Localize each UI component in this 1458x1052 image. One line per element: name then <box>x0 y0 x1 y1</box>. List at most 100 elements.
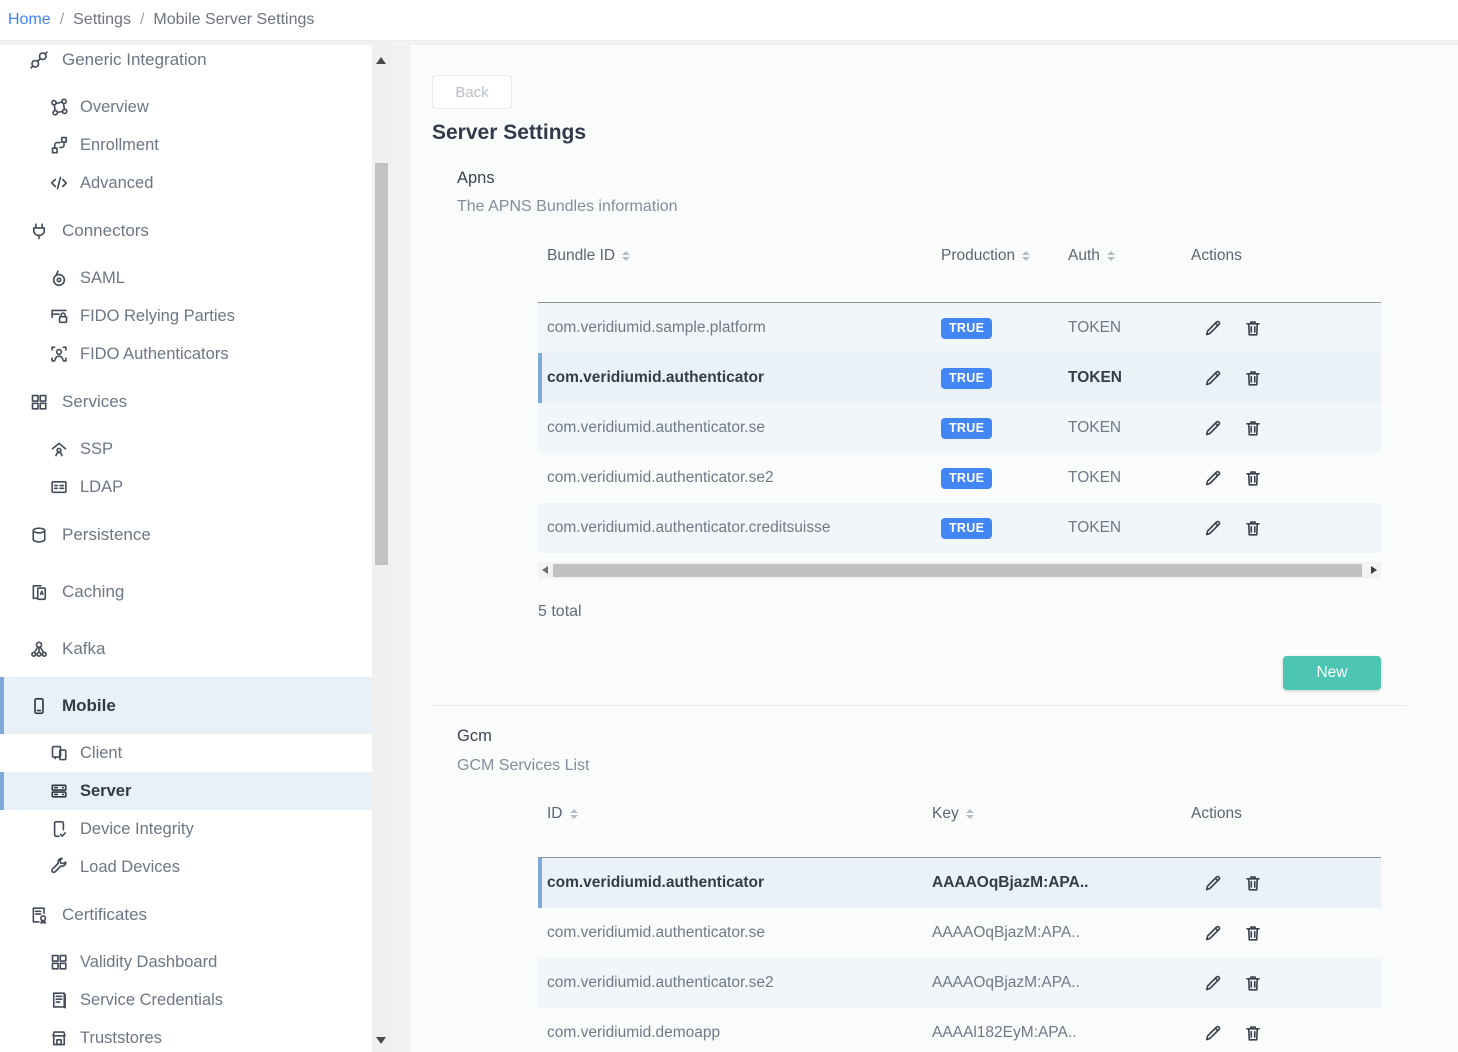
production-badge: TRUE <box>941 518 992 539</box>
edit-icon[interactable] <box>1203 468 1223 488</box>
ldap-icon <box>49 477 69 497</box>
scroll-up-arrow-icon[interactable] <box>376 57 386 64</box>
apns-total-count: 5 total <box>538 603 582 621</box>
apns-table-row[interactable]: com.veridiumid.authenticator.creditsuiss… <box>538 503 1381 553</box>
sidebar-item-services[interactable]: Services <box>0 373 372 430</box>
sort-icon[interactable] <box>1107 251 1115 261</box>
apns-horizontal-scrollbar[interactable] <box>538 562 1381 579</box>
gcm-table-body: com.veridiumid.authenticator AAAAOqBjazM… <box>538 858 1381 1052</box>
sidebar-item-label: Mobile <box>62 696 116 716</box>
key-cell: AAAAOqBjazM:APA.. <box>932 924 1191 942</box>
edit-icon[interactable] <box>1203 873 1223 893</box>
breadcrumb-settings[interactable]: Settings <box>73 11 131 29</box>
sidebar-item-server[interactable]: Server <box>0 772 372 810</box>
sort-icon[interactable] <box>570 809 578 819</box>
sidebar-item-connectors[interactable]: Connectors <box>0 202 372 259</box>
sidebar-item-load-devices[interactable]: Load Devices <box>0 848 372 886</box>
column-bundle-id[interactable]: Bundle ID <box>547 247 615 265</box>
column-production[interactable]: Production <box>941 247 1015 265</box>
apns-table-row[interactable]: com.veridiumid.authenticator.se TRUE TOK… <box>538 403 1381 453</box>
gcm-table-row[interactable]: com.veridiumid.authenticator.se AAAAOqBj… <box>538 908 1381 958</box>
sidebar-item-ssp[interactable]: SSP <box>0 430 372 468</box>
advanced-icon <box>49 173 69 193</box>
delete-icon[interactable] <box>1243 318 1263 338</box>
delete-icon[interactable] <box>1243 923 1263 943</box>
column-id[interactable]: ID <box>547 805 563 823</box>
apns-table-row[interactable]: com.veridiumid.authenticator.se2 TRUE TO… <box>538 453 1381 503</box>
gcm-table-row[interactable]: com.veridiumid.demoapp AAAAl182EyM:APA.. <box>538 1008 1381 1052</box>
sort-icon[interactable] <box>622 251 630 261</box>
sidebar-item-label: Generic Integration <box>62 50 207 70</box>
sidebar-item-advanced[interactable]: Advanced <box>0 164 372 202</box>
validity-dashboard-icon <box>49 952 69 972</box>
sidebar-item-saml[interactable]: SAML <box>0 259 372 297</box>
sidebar-item-fido-relying-parties[interactable]: FIDO Relying Parties <box>0 297 372 335</box>
edit-icon[interactable] <box>1203 368 1223 388</box>
certificates-icon <box>29 905 49 925</box>
sidebar-item-certificates[interactable]: Certificates <box>0 886 372 943</box>
page-title: Server Settings <box>432 121 586 145</box>
sidebar-item-persistence[interactable]: Persistence <box>0 506 372 563</box>
delete-icon[interactable] <box>1243 418 1263 438</box>
sidebar-item-label: Load Devices <box>80 858 180 877</box>
edit-icon[interactable] <box>1203 973 1223 993</box>
hscroll-thumb[interactable] <box>553 564 1362 577</box>
scroll-down-arrow-icon[interactable] <box>376 1037 386 1044</box>
apns-table-row[interactable]: com.veridiumid.authenticator TRUE TOKEN <box>538 353 1381 403</box>
delete-icon[interactable] <box>1243 973 1263 993</box>
sidebar-item-label: Enrollment <box>80 136 159 155</box>
actions-cell <box>1191 468 1381 488</box>
scroll-right-arrow-icon[interactable] <box>1371 566 1377 574</box>
overview-icon <box>49 97 69 117</box>
gcm-table-row[interactable]: com.veridiumid.authenticator.se2 AAAAOqB… <box>538 958 1381 1008</box>
sidebar-item-mobile[interactable]: Mobile <box>0 677 372 734</box>
delete-icon[interactable] <box>1243 368 1263 388</box>
edit-icon[interactable] <box>1203 518 1223 538</box>
caching-icon <box>29 582 49 602</box>
sidebar-item-enrollment[interactable]: Enrollment <box>0 126 372 164</box>
delete-icon[interactable] <box>1243 518 1263 538</box>
breadcrumb-home[interactable]: Home <box>8 11 51 29</box>
sidebar-item-service-credentials[interactable]: Service Credentials <box>0 981 372 1019</box>
breadcrumb-separator: / <box>140 11 144 29</box>
apns-table-body: com.veridiumid.sample.platform TRUE TOKE… <box>538 303 1381 553</box>
delete-icon[interactable] <box>1243 873 1263 893</box>
sidebar-item-label: SSP <box>80 440 113 459</box>
delete-icon[interactable] <box>1243 468 1263 488</box>
sidebar-item-caching[interactable]: Caching <box>0 563 372 620</box>
back-button[interactable]: Back <box>432 75 512 109</box>
sort-icon[interactable] <box>966 809 974 819</box>
sidebar-item-truststores[interactable]: Truststores <box>0 1019 372 1052</box>
gcm-section-title: Gcm <box>457 727 492 746</box>
sidebar-item-fido-authenticators[interactable]: FIDO Authenticators <box>0 335 372 373</box>
gcm-table-row[interactable]: com.veridiumid.authenticator AAAAOqBjazM… <box>538 858 1381 908</box>
id-cell: com.veridiumid.authenticator.se2 <box>547 974 932 992</box>
sidebar-item-client[interactable]: Client <box>0 734 372 772</box>
sidebar-item-validity-dashboard[interactable]: Validity Dashboard <box>0 943 372 981</box>
column-key[interactable]: Key <box>932 805 959 823</box>
sidebar-item-device-integrity[interactable]: Device Integrity <box>0 810 372 848</box>
edit-icon[interactable] <box>1203 923 1223 943</box>
actions-cell <box>1191 518 1381 538</box>
edit-icon[interactable] <box>1203 318 1223 338</box>
sidebar-scrollbar[interactable] <box>372 45 391 1052</box>
sidebar-item-label: Overview <box>80 98 149 117</box>
apns-table-row[interactable]: com.veridiumid.sample.platform TRUE TOKE… <box>538 303 1381 353</box>
sidebar-item-overview[interactable]: Overview <box>0 88 372 126</box>
column-auth[interactable]: Auth <box>1068 247 1100 265</box>
edit-icon[interactable] <box>1203 418 1223 438</box>
server-icon <box>49 781 69 801</box>
new-button[interactable]: New <box>1283 656 1381 690</box>
sidebar-item-generic-integration[interactable]: Generic Integration <box>0 45 372 88</box>
sidebar-scrollbar-thumb[interactable] <box>375 163 388 565</box>
truststores-icon <box>49 1028 69 1048</box>
sidebar-item-ldap[interactable]: LDAP <box>0 468 372 506</box>
sidebar-item-label: Service Credentials <box>80 991 223 1010</box>
sidebar-item-kafka[interactable]: Kafka <box>0 620 372 677</box>
sort-icon[interactable] <box>1022 251 1030 261</box>
sidebar-item-label: FIDO Authenticators <box>80 345 229 364</box>
edit-icon[interactable] <box>1203 1023 1223 1043</box>
scroll-left-arrow-icon[interactable] <box>542 566 548 574</box>
delete-icon[interactable] <box>1243 1023 1263 1043</box>
apns-section-title: Apns <box>457 169 495 188</box>
